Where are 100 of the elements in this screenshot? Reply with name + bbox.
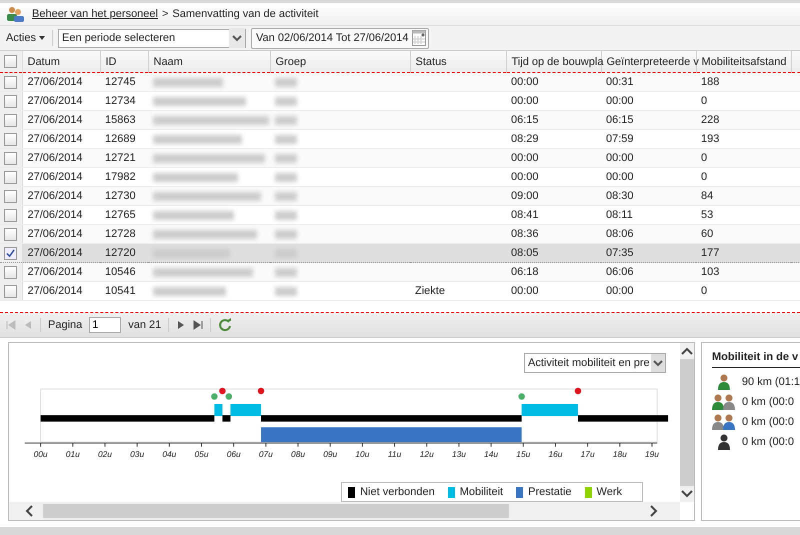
blurred-text bbox=[275, 268, 297, 277]
previous-page-icon[interactable] bbox=[23, 320, 33, 330]
column-header[interactable]: Status bbox=[410, 51, 506, 72]
table-cell: 27/06/2014 bbox=[22, 244, 100, 262]
last-page-icon[interactable] bbox=[193, 320, 204, 330]
table-cell: 08:30 bbox=[601, 186, 696, 206]
scroll-down-icon[interactable] bbox=[681, 490, 693, 498]
row-checkbox[interactable] bbox=[4, 246, 17, 260]
column-header[interactable]: Naam bbox=[148, 51, 270, 72]
horizontal-scrollbar[interactable] bbox=[9, 502, 680, 520]
table-cell: 00:31 bbox=[601, 72, 696, 92]
blurred-text bbox=[275, 172, 297, 182]
hour-label: 06u bbox=[226, 448, 241, 459]
table-row[interactable]: 27/06/2014 10546 06:18 06:06 103 bbox=[0, 262, 800, 282]
row-checkbox[interactable] bbox=[4, 114, 17, 126]
legend-label: Niet verbonden bbox=[360, 486, 435, 498]
table-cell: Ziekte bbox=[415, 285, 445, 297]
scroll-up-icon[interactable] bbox=[681, 347, 693, 355]
table-row[interactable]: 27/06/2014 12745 00:00 00:31 188 bbox=[0, 72, 800, 92]
blurred-text bbox=[275, 134, 297, 144]
table-cell: 27/06/2014 bbox=[22, 148, 100, 168]
row-checkbox[interactable] bbox=[4, 266, 17, 278]
calendar-icon bbox=[412, 30, 426, 46]
table-row[interactable]: 27/06/2014 12730 09:00 08:30 84 bbox=[0, 186, 800, 206]
hour-label: 13u bbox=[452, 448, 466, 459]
next-page-icon[interactable] bbox=[176, 320, 186, 330]
table-cell: 0 bbox=[696, 148, 791, 168]
table-cell: 10541 bbox=[100, 282, 148, 300]
table-cell: 12728 bbox=[100, 224, 148, 244]
row-checkbox[interactable] bbox=[4, 152, 17, 164]
breadcrumb-link[interactable]: Beheer van het personeel bbox=[32, 8, 158, 20]
actions-menu-button[interactable]: Acties bbox=[4, 32, 48, 44]
refresh-icon[interactable] bbox=[218, 318, 232, 332]
table-row[interactable]: 27/06/2014 12728 08:36 08:06 60 bbox=[0, 224, 800, 244]
table-cell: 177 bbox=[696, 244, 791, 262]
hour-label: 04u bbox=[162, 448, 176, 459]
row-checkbox[interactable] bbox=[4, 94, 17, 108]
table-cell: 0 bbox=[696, 282, 791, 300]
event-dot bbox=[258, 388, 264, 394]
hour-label: 15u bbox=[516, 448, 530, 459]
table-cell: 12721 bbox=[100, 148, 148, 168]
table-cell: 06:18 bbox=[506, 262, 601, 282]
blurred-text bbox=[275, 210, 297, 220]
page-number-field[interactable]: 1 bbox=[89, 317, 122, 333]
table-cell: 06:15 bbox=[506, 110, 601, 130]
table-cell: 12730 bbox=[100, 186, 148, 206]
hour-label: 08u bbox=[291, 448, 305, 459]
distance-text: 0 km (00:0 bbox=[742, 436, 794, 448]
table-cell: 10546 bbox=[100, 262, 148, 282]
column-header[interactable]: ID bbox=[100, 51, 148, 72]
distance-text: 90 km (01:1 bbox=[742, 376, 800, 388]
table-row[interactable]: 27/06/2014 10541 Ziekte 00:00 00:00 0 bbox=[0, 282, 800, 300]
table-cell: 06:15 bbox=[601, 110, 696, 130]
hour-label: 17u bbox=[580, 448, 595, 459]
period-dropdown[interactable]: Een periode selecteren bbox=[58, 28, 246, 48]
table-cell: 09:00 bbox=[506, 186, 601, 206]
table-cell: 00:00 bbox=[506, 282, 601, 300]
table-cell: 27/06/2014 bbox=[22, 72, 100, 92]
table-row[interactable]: 27/06/2014 12721 00:00 00:00 0 bbox=[0, 148, 800, 168]
row-checkbox[interactable] bbox=[4, 190, 17, 202]
date-range-field[interactable]: Van 02/06/2014 Tot 27/06/2014 bbox=[251, 28, 429, 48]
row-checkbox[interactable] bbox=[4, 284, 17, 298]
table-row[interactable]: 27/06/2014 12720 08:05 07:35 177 bbox=[0, 244, 800, 262]
table-cell: 15863 bbox=[100, 110, 148, 130]
column-header[interactable]: Datum bbox=[22, 51, 100, 72]
vertical-scrollbar[interactable] bbox=[680, 343, 694, 502]
column-header[interactable]: Tijd op de bouwpla bbox=[506, 51, 601, 72]
blurred-text bbox=[153, 78, 223, 87]
blurred-text bbox=[275, 78, 297, 87]
column-header[interactable]: Groep bbox=[270, 51, 410, 72]
scroll-right-icon[interactable] bbox=[650, 505, 658, 517]
hour-label: 09u bbox=[323, 448, 338, 459]
row-checkbox[interactable] bbox=[4, 228, 17, 240]
chart-view-dropdown[interactable]: Activiteit mobiliteit en pre bbox=[524, 353, 666, 373]
page-count: van 21 bbox=[128, 319, 162, 331]
select-all-checkbox[interactable] bbox=[4, 55, 17, 68]
row-checkbox[interactable] bbox=[4, 208, 17, 222]
blurred-text bbox=[275, 286, 297, 296]
hour-label: 10u bbox=[355, 448, 370, 459]
blurred-text bbox=[275, 116, 297, 125]
row-checkbox[interactable] bbox=[4, 132, 17, 146]
table-cell: 08:05 bbox=[506, 244, 601, 262]
hour-label: 12u bbox=[420, 448, 434, 459]
table-cell: 188 bbox=[696, 72, 791, 92]
table-cell: 00:00 bbox=[601, 148, 696, 168]
row-checkbox[interactable] bbox=[4, 76, 17, 88]
first-page-icon[interactable] bbox=[6, 320, 16, 330]
blurred-text bbox=[275, 192, 297, 201]
table-cell: 07:35 bbox=[601, 244, 696, 262]
hour-label: 05u bbox=[194, 448, 208, 459]
breadcrumb-current: Samenvatting van de activiteit bbox=[172, 8, 319, 20]
table-cell: 27/06/2014 bbox=[22, 262, 100, 282]
row-checkbox[interactable] bbox=[4, 170, 17, 184]
hour-label: 16u bbox=[548, 448, 562, 459]
panel-title: Mobiliteit in de v bbox=[712, 351, 800, 368]
table-row[interactable]: 27/06/2014 15863 06:15 06:15 228 bbox=[0, 110, 800, 130]
table-cell: 12745 bbox=[100, 72, 148, 92]
distance-text: 0 km (00:0 bbox=[742, 416, 794, 428]
scroll-left-icon[interactable] bbox=[25, 505, 33, 517]
hour-label: 18u bbox=[612, 448, 627, 459]
